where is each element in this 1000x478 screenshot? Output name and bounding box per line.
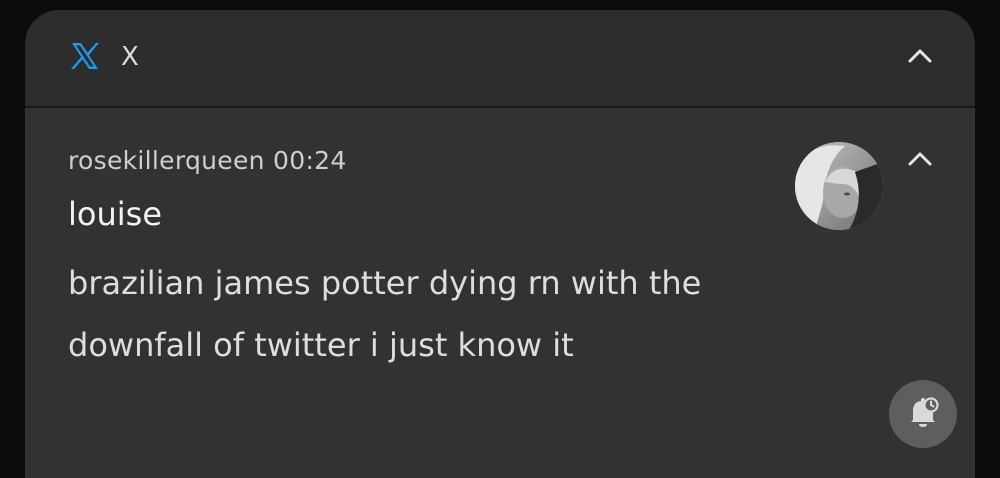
- bell-snooze-icon: [904, 393, 942, 435]
- message-body: brazilian james potter dying rn with the…: [68, 264, 702, 364]
- chevron-up-icon: [905, 144, 935, 178]
- collapse-notification-button[interactable]: [903, 41, 937, 75]
- x-logo-icon: [69, 40, 101, 72]
- account-name: rosekillerqueen: [68, 146, 265, 175]
- notification-card[interactable]: X rosekillerqueen 00:24 louise brazilian…: [25, 10, 975, 478]
- notification-message[interactable]: rosekillerqueen 00:24 louise brazilian j…: [25, 108, 975, 478]
- snooze-button[interactable]: [889, 380, 957, 448]
- notification-header[interactable]: X: [25, 10, 975, 106]
- avatar[interactable]: [795, 142, 883, 230]
- message-time: 00:24: [273, 146, 347, 175]
- collapse-message-button[interactable]: [903, 144, 937, 178]
- sender-name: louise: [68, 195, 162, 233]
- app-name: X: [121, 42, 139, 72]
- chevron-up-icon: [905, 41, 935, 75]
- message-meta: rosekillerqueen 00:24: [68, 146, 347, 176]
